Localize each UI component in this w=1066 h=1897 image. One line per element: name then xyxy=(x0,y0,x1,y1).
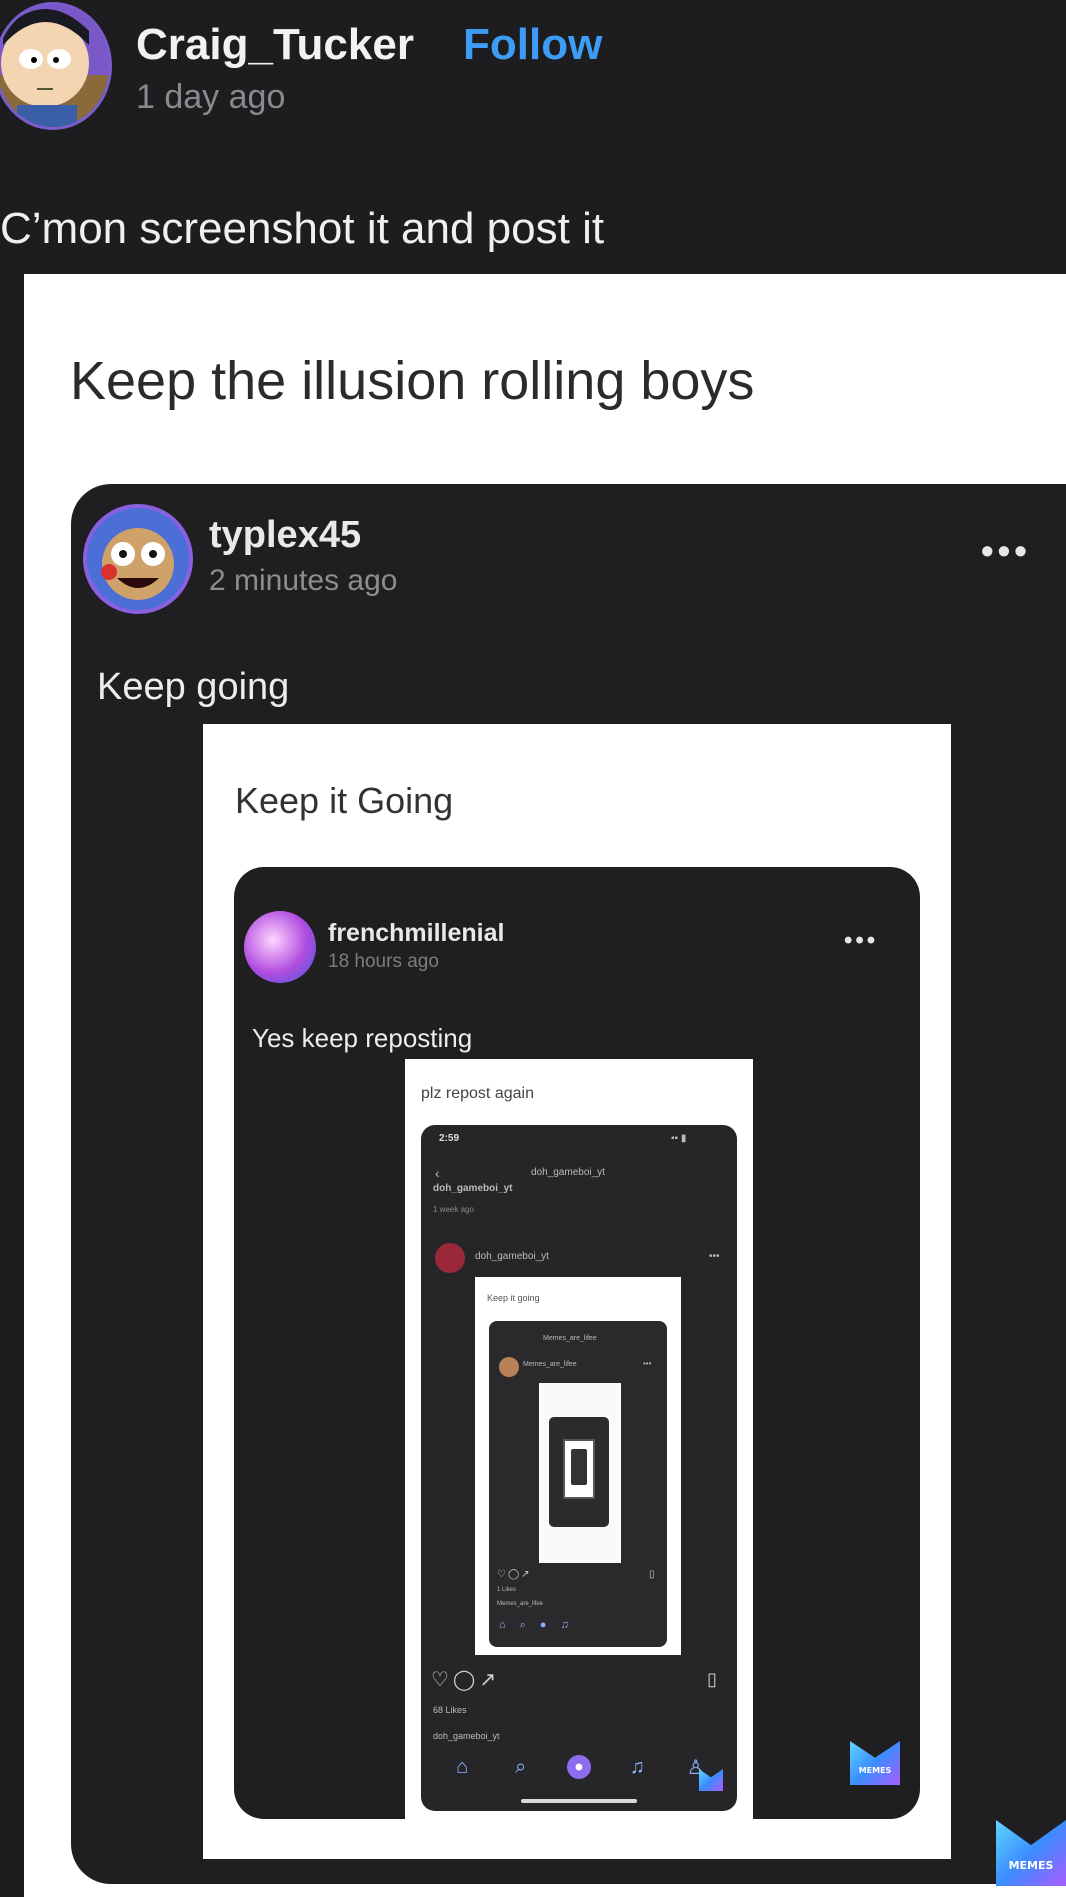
more-options-icon: ••• xyxy=(643,1359,652,1368)
nested-image-title: Keep it Going xyxy=(235,780,454,821)
more-options-icon: ••• xyxy=(709,1251,720,1262)
phone-screenshot-2: Memes_are_lifee Memes_are_lifee ••• ♡◯↗ xyxy=(489,1321,667,1647)
bell-icon: ♫ xyxy=(629,1755,645,1778)
frenchmillenial-avatar xyxy=(244,911,316,983)
doh-avatar xyxy=(435,1243,465,1273)
animatronic-avatar-icon xyxy=(87,508,189,610)
phone-likes-2: 1 Likes xyxy=(497,1587,517,1593)
phone-header-user: doh_gameboi_yt xyxy=(531,1167,605,1178)
bookmark-icon: ▯ xyxy=(707,1669,720,1689)
nested-image-title-3: Keep it going xyxy=(487,1293,540,1303)
search-icon: ⌕ xyxy=(514,1755,527,1778)
post-actions-icons: ♡◯↗ xyxy=(431,1669,501,1691)
nested-image: Keep it Going frenchmillenial 18 hours a… xyxy=(203,724,951,1859)
phone-likes: 68 Likes xyxy=(433,1705,467,1715)
phone-post-user-2: Memes_are_lifee xyxy=(523,1361,577,1368)
nested-image-3: Keep it going Memes_are_lifee Memes_are_… xyxy=(475,1277,681,1655)
phone-screenshot-3 xyxy=(549,1417,609,1527)
phone-caption-user-2: Memes_are_lifee xyxy=(497,1601,544,1607)
more-options-icon: ••• xyxy=(844,927,879,954)
phone-handle: doh_gameboi_yt xyxy=(433,1183,513,1194)
nested-image-5 xyxy=(563,1439,595,1499)
post-caption: C’mon screenshot it and post it xyxy=(0,204,605,253)
nested-username: typlex45 xyxy=(209,514,362,556)
memes-logo-text: MEMES xyxy=(858,1766,892,1775)
post-username[interactable]: Craig_Tucker xyxy=(136,20,414,70)
status-time: 2:59 xyxy=(439,1133,460,1144)
back-icon: ‹ xyxy=(435,1165,440,1181)
nested-username-2: frenchmillenial xyxy=(328,919,505,947)
nested-caption: Keep going xyxy=(97,666,290,708)
phone-caption-user: doh_gameboi_yt xyxy=(433,1731,500,1741)
nested-post-card: typlex45 2 minutes ago ••• Keep going Ke… xyxy=(71,484,1066,1884)
bookmark-icon: ▯ xyxy=(649,1569,658,1580)
follow-button[interactable]: Follow xyxy=(463,20,602,70)
nested-timestamp-2: 18 hours ago xyxy=(328,951,439,972)
more-options-icon: ••• xyxy=(981,530,1031,571)
phone-age: 1 week ago xyxy=(433,1205,474,1214)
home-indicator xyxy=(521,1799,637,1803)
image-title: Keep the illusion rolling boys xyxy=(70,351,755,411)
nested-caption-2: Yes keep reposting xyxy=(252,1023,473,1053)
nested-image-title-2: plz repost again xyxy=(421,1085,534,1102)
post-actions-icons: ♡◯↗ xyxy=(497,1569,532,1580)
post-image[interactable]: Keep the illusion rolling boys typlex45 … xyxy=(24,274,1066,1897)
post-timestamp: 1 day ago xyxy=(136,78,286,116)
memes-logo-icon: MEMES xyxy=(850,1741,900,1785)
nested-post-card-2: frenchmillenial 18 hours ago ••• Yes kee… xyxy=(234,867,920,1819)
bottom-nav: ⌂ ⌕ ♫ ♙ xyxy=(433,1747,725,1787)
nested-image-4 xyxy=(539,1383,621,1563)
nested-image-2: plz repost again 2:59 ▪▪ ▮ ‹ doh_gameboi… xyxy=(405,1059,753,1819)
memes-avatar xyxy=(499,1357,519,1377)
battery-icon: ▪▪ ▮ xyxy=(671,1133,687,1144)
phone-header-user-2: Memes_are_lifee xyxy=(543,1335,597,1342)
craig-avatar-icon xyxy=(0,5,109,127)
nested-timestamp: 2 minutes ago xyxy=(209,564,398,597)
avatar[interactable] xyxy=(0,2,112,130)
phone-screenshot: 2:59 ▪▪ ▮ ‹ doh_gameboi_yt doh_gameboi_y… xyxy=(421,1125,737,1811)
bottom-nav-icons: ⌂⌕●♫ xyxy=(499,1619,583,1631)
memes-logo-text: MEMES xyxy=(1008,1859,1054,1872)
home-icon: ⌂ xyxy=(456,1755,469,1778)
phone-post-user: doh_gameboi_yt xyxy=(475,1251,549,1262)
plus-icon xyxy=(566,1755,591,1779)
typlex-avatar xyxy=(83,504,193,614)
